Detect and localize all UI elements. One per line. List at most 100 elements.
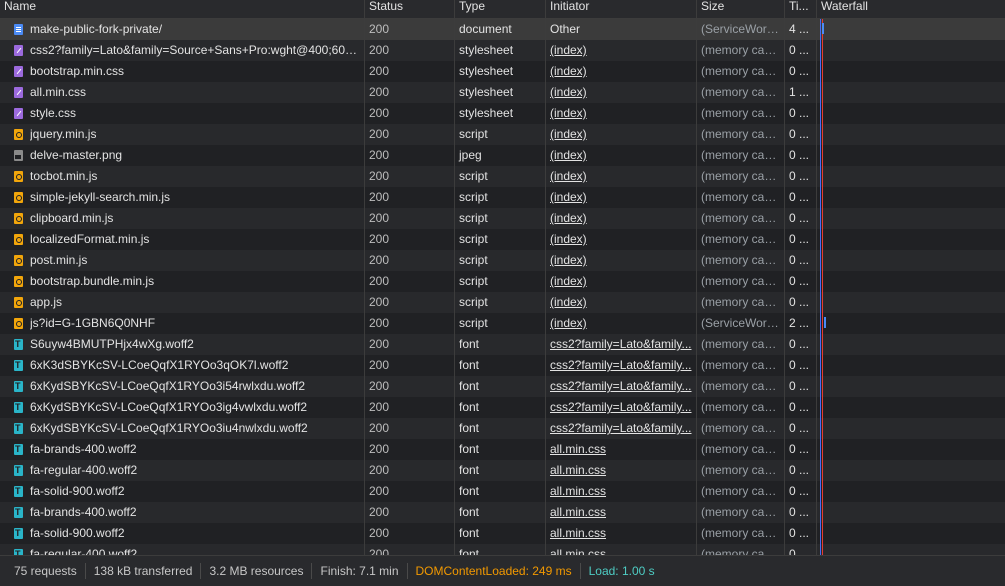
initiator-cell[interactable]: (index) (546, 103, 697, 124)
initiator-cell[interactable]: (index) (546, 82, 697, 103)
table-row[interactable]: 6xKydSBYKcSV-LCoeQqfX1RYOo3ig4vwlxdu.wof… (0, 397, 1005, 418)
table-row[interactable]: fa-regular-400.woff2 200 font all.min.css (m… (0, 460, 1005, 481)
table-row[interactable]: localizedFormat.min.js 200 script (index) (m… (0, 229, 1005, 250)
request-name-cell[interactable]: localizedFormat.min.js (0, 229, 365, 250)
initiator-cell-text[interactable]: css2?family=Lato&family... (550, 400, 692, 414)
initiator-cell[interactable]: (index) (546, 40, 697, 61)
request-name-cell[interactable]: fa-solid-900.woff2 (0, 523, 365, 544)
initiator-cell-text[interactable]: css2?family=Lato&family... (550, 337, 692, 351)
table-row[interactable]: 6xKydSBYKcSV-LCoeQqfX1RYOo3iu4nwlxdu.wof… (0, 418, 1005, 439)
initiator-cell-text[interactable]: all.min.css (550, 547, 606, 555)
initiator-cell-text[interactable]: all.min.css (550, 463, 606, 477)
initiator-cell-text[interactable]: (index) (550, 253, 587, 267)
table-row[interactable]: 6xKydSBYKcSV-LCoeQqfX1RYOo3i54rwlxdu.wof… (0, 376, 1005, 397)
initiator-cell[interactable]: (index) (546, 229, 697, 250)
initiator-cell[interactable]: css2?family=Lato&family... (546, 376, 697, 397)
initiator-cell-text[interactable]: (index) (550, 64, 587, 78)
table-row[interactable]: fa-solid-900.woff2 200 font all.min.css (mem… (0, 523, 1005, 544)
table-row[interactable]: make-public-fork-private/200 document Othe… (0, 19, 1005, 40)
initiator-cell-text[interactable]: (index) (550, 232, 587, 246)
column-header-waterfall[interactable]: Waterfall (817, 0, 1005, 19)
request-name-cell[interactable]: all.min.css (0, 82, 365, 103)
initiator-cell[interactable]: (index) (546, 61, 697, 82)
table-row[interactable]: app.js 200 script (index) (memory cac... 0 ..… (0, 292, 1005, 313)
request-name-cell[interactable]: S6uyw4BMUTPHjx4wXg.woff2 (0, 334, 365, 355)
column-header-status[interactable]: Status (365, 0, 455, 19)
request-name-cell[interactable]: 6xKydSBYKcSV-LCoeQqfX1RYOo3iu4nwlxdu.wof… (0, 418, 365, 439)
initiator-cell-text[interactable]: css2?family=Lato&family... (550, 358, 692, 372)
initiator-cell-text[interactable]: all.min.css (550, 484, 606, 498)
initiator-cell[interactable]: (index) (546, 145, 697, 166)
column-header-type[interactable]: Type (455, 0, 546, 19)
initiator-cell[interactable]: (index) (546, 124, 697, 145)
initiator-cell[interactable]: (index) (546, 208, 697, 229)
initiator-cell[interactable]: all.min.css (546, 481, 697, 502)
initiator-cell[interactable]: css2?family=Lato&family... (546, 334, 697, 355)
initiator-cell[interactable]: (index) (546, 166, 697, 187)
initiator-cell-text[interactable]: all.min.css (550, 442, 606, 456)
request-name-cell[interactable]: delve-master.png (0, 145, 365, 166)
table-row[interactable]: js?id=G-1GBN6Q0NHF 200 script (index) (Servi… (0, 313, 1005, 334)
request-name-cell[interactable]: jquery.min.js (0, 124, 365, 145)
initiator-cell[interactable]: css2?family=Lato&family... (546, 397, 697, 418)
initiator-cell-text[interactable]: (index) (550, 211, 587, 225)
initiator-cell[interactable]: all.min.css (546, 439, 697, 460)
table-row[interactable]: clipboard.min.js 200 script (index) (memory … (0, 208, 1005, 229)
initiator-cell[interactable]: css2?family=Lato&family... (546, 355, 697, 376)
initiator-cell[interactable]: (index) (546, 292, 697, 313)
table-row[interactable]: bootstrap.min.css 200 stylesheet (index) (me… (0, 61, 1005, 82)
initiator-cell-text[interactable]: (index) (550, 190, 587, 204)
request-name-cell[interactable]: 6xKydSBYKcSV-LCoeQqfX1RYOo3i54rwlxdu.wof… (0, 376, 365, 397)
request-name-cell[interactable]: clipboard.min.js (0, 208, 365, 229)
request-name-cell[interactable]: fa-solid-900.woff2 (0, 481, 365, 502)
network-request-list[interactable]: make-public-fork-private/200 document Othe… (0, 19, 1005, 555)
table-row[interactable]: fa-regular-400.woff2 200 font all.min.css (m… (0, 544, 1005, 555)
initiator-cell-text[interactable]: (index) (550, 43, 587, 57)
initiator-cell-text[interactable]: all.min.css (550, 526, 606, 540)
request-name-cell[interactable]: app.js (0, 292, 365, 313)
table-row[interactable]: all.min.css 200 stylesheet (index) (memory c… (0, 82, 1005, 103)
request-name-cell[interactable]: simple-jekyll-search.min.js (0, 187, 365, 208)
request-name-cell[interactable]: post.min.js (0, 250, 365, 271)
table-row[interactable]: tocbot.min.js 200 script (index) (memory cac… (0, 166, 1005, 187)
initiator-cell-text[interactable]: (index) (550, 295, 587, 309)
request-name-cell[interactable]: fa-regular-400.woff2 (0, 544, 365, 555)
request-name-cell[interactable]: css2?family=Lato&family=Source+Sans+Pro:… (0, 40, 365, 61)
request-name-cell[interactable]: 6xK3dSBYKcSV-LCoeQqfX1RYOo3qOK7l.woff2 (0, 355, 365, 376)
request-name-cell[interactable]: fa-regular-400.woff2 (0, 460, 365, 481)
table-row[interactable]: delve-master.png 200 jpeg (index) (memory ca… (0, 145, 1005, 166)
request-name-cell[interactable]: tocbot.min.js (0, 166, 365, 187)
request-name-cell[interactable]: fa-brands-400.woff2 (0, 439, 365, 460)
table-row[interactable]: fa-brands-400.woff2 200 font all.min.css (me… (0, 439, 1005, 460)
table-row[interactable]: simple-jekyll-search.min.js 200 script (ind… (0, 187, 1005, 208)
request-name-cell[interactable]: bootstrap.bundle.min.js (0, 271, 365, 292)
table-row[interactable]: jquery.min.js 200 script (index) (memory cac… (0, 124, 1005, 145)
initiator-cell[interactable]: (index) (546, 271, 697, 292)
initiator-cell[interactable]: all.min.css (546, 544, 697, 555)
initiator-cell[interactable]: all.min.css (546, 460, 697, 481)
initiator-cell-text[interactable]: all.min.css (550, 505, 606, 519)
initiator-cell-text[interactable]: (index) (550, 106, 587, 120)
initiator-cell-text[interactable]: (index) (550, 316, 587, 330)
table-row[interactable]: 6xK3dSBYKcSV-LCoeQqfX1RYOo3qOK7l.woff2 20… (0, 355, 1005, 376)
column-header-name[interactable]: Name (0, 0, 365, 19)
initiator-cell-text[interactable]: css2?family=Lato&family... (550, 421, 692, 435)
column-header-size[interactable]: Size (697, 0, 785, 19)
table-row[interactable]: bootstrap.bundle.min.js 200 script (index) (… (0, 271, 1005, 292)
initiator-cell[interactable]: (index) (546, 250, 697, 271)
initiator-cell-text[interactable]: (index) (550, 274, 587, 288)
initiator-cell[interactable]: (index) (546, 187, 697, 208)
request-name-cell[interactable]: fa-brands-400.woff2 (0, 502, 365, 523)
request-name-cell[interactable]: 6xKydSBYKcSV-LCoeQqfX1RYOo3ig4vwlxdu.wof… (0, 397, 365, 418)
initiator-cell-text[interactable]: (index) (550, 127, 587, 141)
initiator-cell[interactable]: all.min.css (546, 502, 697, 523)
table-row[interactable]: fa-brands-400.woff2 200 font all.min.css (me… (0, 502, 1005, 523)
initiator-cell[interactable]: (index) (546, 313, 697, 334)
table-row[interactable]: style.css 200 stylesheet (index) (memory cac… (0, 103, 1005, 124)
initiator-cell[interactable]: all.min.css (546, 523, 697, 544)
initiator-cell-text[interactable]: (index) (550, 85, 587, 99)
table-row[interactable]: post.min.js 200 script (index) (memory cac..… (0, 250, 1005, 271)
initiator-cell-text[interactable]: css2?family=Lato&family... (550, 379, 692, 393)
table-row[interactable]: fa-solid-900.woff2 200 font all.min.css (mem… (0, 481, 1005, 502)
column-header-time[interactable]: Ti... (785, 0, 817, 19)
